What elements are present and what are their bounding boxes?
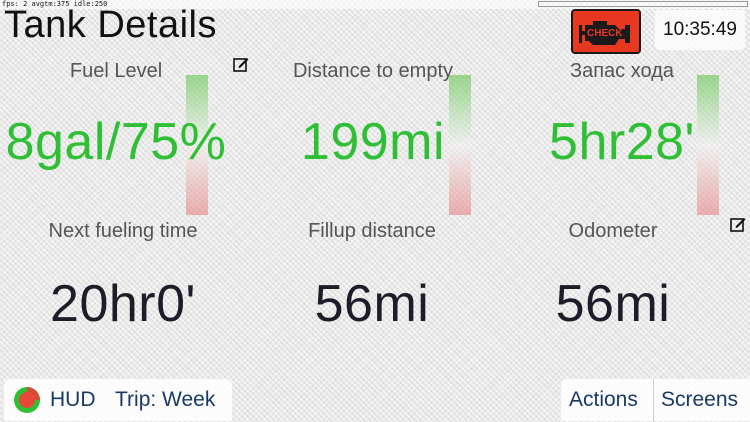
tile-label-fuel-level: Fuel Level <box>69 60 163 82</box>
tile-value-distance-to-empty: 199mi <box>300 113 446 171</box>
tile-label-distance-to-empty: Distance to empty <box>292 60 454 82</box>
trip-button[interactable]: Trip: Week <box>115 379 215 421</box>
page-title: Tank Details <box>4 4 217 46</box>
circle-gauge-icon <box>14 387 40 413</box>
tile-label-fillup-distance: Fillup distance <box>308 220 436 242</box>
check-engine-button[interactable]: CHECK <box>571 9 641 54</box>
bottom-toolbar-right: Actions Screens <box>561 379 750 421</box>
debug-progress-frame <box>538 1 748 7</box>
tile-label-range-time: Запас хода <box>570 60 674 82</box>
clock: 10:35:49 <box>655 10 745 50</box>
screens-button[interactable]: Screens <box>661 379 738 421</box>
tile-value-fuel-level: 8gal/75% <box>5 113 227 171</box>
tile-value-odometer: 56mi <box>555 275 671 333</box>
toolbar-divider <box>653 379 654 421</box>
tile-value-next-fueling-time: 20hr0' <box>50 275 196 333</box>
tile-value-fillup-distance: 56mi <box>314 275 430 333</box>
hud-button[interactable]: HUD <box>50 379 96 421</box>
actions-button[interactable]: Actions <box>569 379 638 421</box>
tile-label-odometer: Odometer <box>568 220 658 242</box>
tile-label-next-fueling-time: Next fueling time <box>48 220 198 242</box>
bottom-toolbar-left: HUD Trip: Week <box>4 379 232 421</box>
check-engine-label: CHECK <box>587 28 623 39</box>
tile-value-range-time: 5hr28' <box>549 113 695 171</box>
edit-odometer-icon[interactable] <box>730 216 746 232</box>
edit-fuel-level-icon[interactable] <box>233 56 249 72</box>
